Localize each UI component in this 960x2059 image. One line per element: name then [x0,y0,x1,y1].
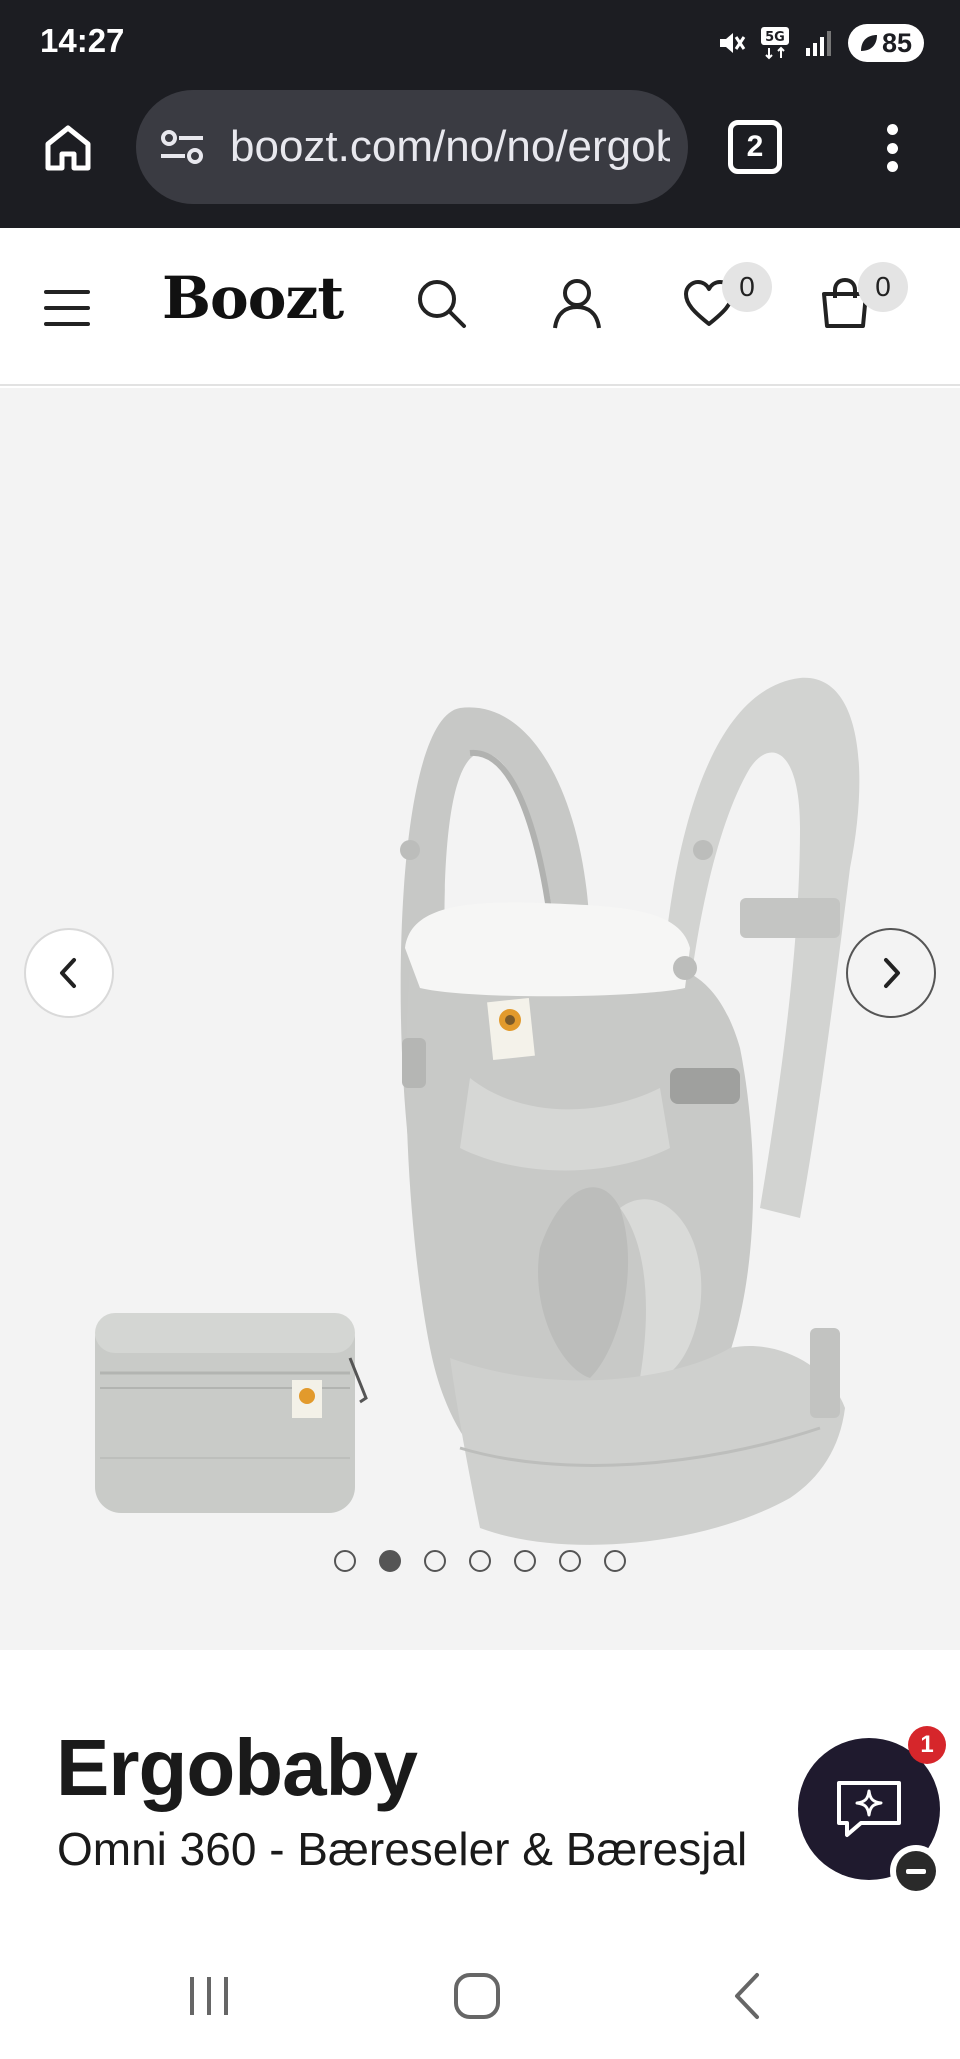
gallery-dot[interactable] [514,1550,536,1572]
cart-count-badge: 0 [858,262,908,312]
mute-icon [719,33,746,53]
home-nav-button[interactable] [450,1968,504,2024]
chat-sparkle-icon [837,1781,901,1837]
recent-apps-button[interactable] [184,1968,234,2024]
url-text: boozt.com/no/no/ergobaby/omni-360 [230,122,670,171]
5g-icon: 5G [760,27,789,60]
site-header: Boozt 0 0 [0,228,960,386]
browser-chrome: 14:27 5G 85 boozt.com/no/no/ergob 2 [0,0,960,228]
storage-pouch-image [95,1313,368,1513]
product-title: Omni 360 - Bæreseler & Bæresjal [57,1823,748,1875]
menu-dot [886,142,898,154]
chat-unread-badge: 1 [908,1726,946,1764]
home-button[interactable] [38,118,98,178]
address-bar[interactable]: boozt.com/no/no/ergobaby/omni-360 [136,90,688,204]
gallery-dot[interactable] [604,1550,626,1572]
gallery-dot[interactable] [559,1550,581,1572]
tab-switcher-button[interactable]: 2 [728,120,782,174]
boozt-logo[interactable]: Boozt [162,264,344,332]
minus-icon [896,1851,936,1891]
home-icon [45,125,91,171]
recent-apps-icon [190,1977,228,2015]
menu-dot [886,161,898,172]
back-nav-icon [735,1973,759,2019]
search-icon[interactable] [410,272,472,334]
gallery-next-button[interactable] [846,928,936,1018]
menu-dot [886,124,898,135]
product-image [95,677,860,1545]
gallery-dot-active[interactable] [379,1550,401,1572]
system-navigation-bar [0,1930,960,2059]
chevron-right-icon [884,958,900,988]
status-icons: 5G 85 [716,22,924,64]
chat-minimize-button[interactable] [890,1845,942,1897]
battery-indicator: 85 [847,24,924,62]
wishlist-count-badge: 0 [722,262,772,312]
battery-level: 85 [881,27,912,58]
product-brand[interactable]: Ergobaby [56,1722,418,1814]
chevron-left-icon [60,958,76,988]
gallery-previous-button[interactable] [24,928,114,1018]
product-image-gallery[interactable] [0,388,960,1650]
account-icon[interactable] [546,272,608,334]
svg-text:5G: 5G [765,30,785,45]
gallery-dot[interactable] [424,1550,446,1572]
home-nav-icon [454,1973,500,2019]
gallery-dot[interactable] [334,1550,356,1572]
signal-icon [805,31,831,56]
leaf-icon [860,35,877,51]
site-settings-icon[interactable] [156,121,208,173]
back-nav-button[interactable] [726,1968,766,2024]
gallery-dot[interactable] [469,1550,491,1572]
hamburger-menu-icon[interactable] [44,290,90,326]
browser-menu-button[interactable] [870,118,914,178]
gallery-pagination [0,1550,960,1572]
status-time: 14:27 [40,22,125,59]
